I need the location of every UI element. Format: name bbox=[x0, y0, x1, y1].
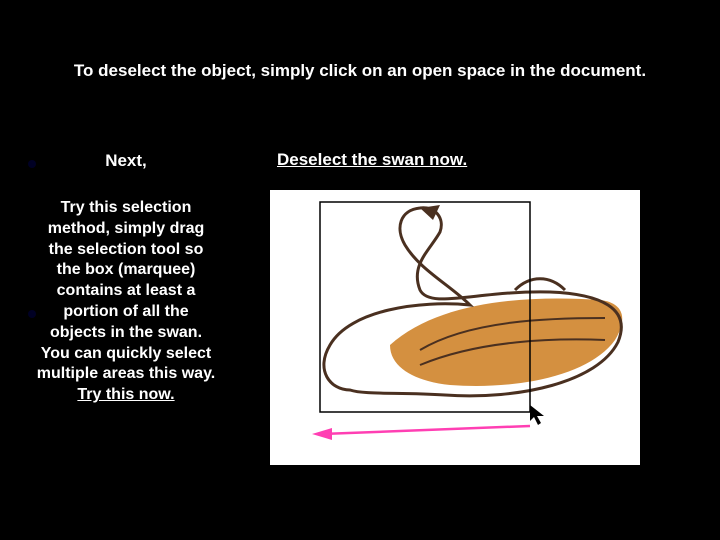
left-column-text: Next, Try this selection method, simply … bbox=[36, 150, 216, 406]
try-now-label: Try this now. bbox=[77, 386, 174, 403]
illustration-canvas bbox=[270, 190, 640, 465]
slide-heading: To deselect the object, simply click on … bbox=[70, 60, 650, 83]
swan-svg bbox=[270, 190, 640, 465]
selection-method-text: Try this selection method, simply drag t… bbox=[37, 199, 215, 382]
slide: To deselect the object, simply click on … bbox=[0, 0, 720, 540]
next-label: Next, bbox=[36, 150, 216, 172]
cursor-arrow-icon bbox=[530, 405, 544, 425]
arrow-left-icon bbox=[312, 426, 530, 440]
swan-illustration bbox=[324, 205, 622, 396]
bullet-icon bbox=[28, 310, 36, 318]
deselect-instruction: Deselect the swan now. bbox=[277, 150, 467, 170]
bullet-icon bbox=[28, 160, 36, 168]
